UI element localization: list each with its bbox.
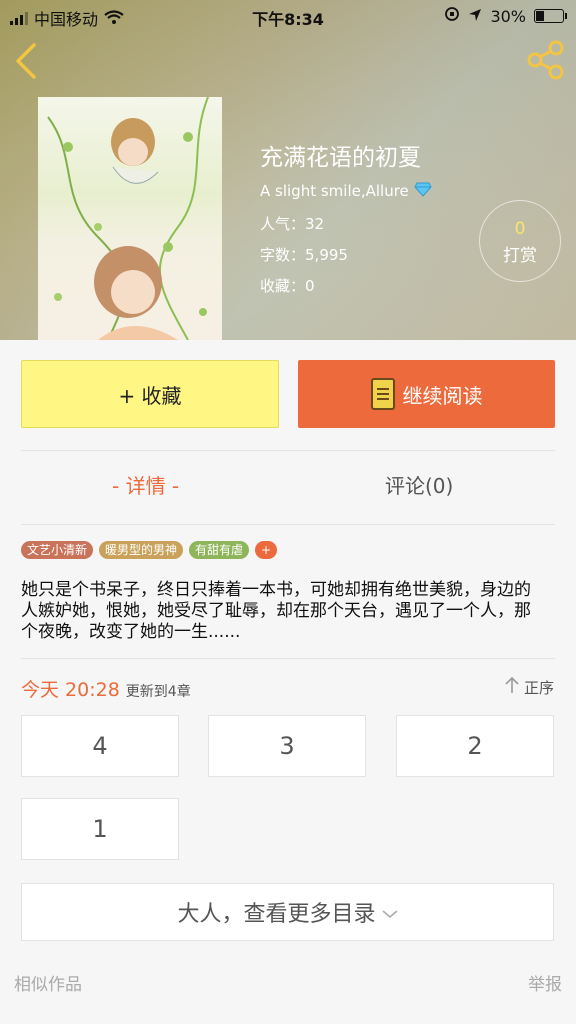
reward-button[interactable]: 0 打赏: [479, 200, 561, 282]
location-icon: [468, 7, 482, 26]
share-icon: [526, 40, 566, 84]
popularity-label: 人气：: [260, 215, 306, 233]
book-title: 充满花语的初夏: [260, 145, 421, 171]
status-right: 30%: [444, 6, 567, 26]
add-favorite-button[interactable]: + 收藏: [21, 360, 279, 428]
similar-works-label: 相似作品: [14, 975, 82, 995]
continue-reading-label: 继续阅读: [402, 383, 483, 408]
more-catalog-label: 大人，查看更多目录: [177, 902, 376, 927]
tab-details[interactable]: - 详情 -: [112, 470, 179, 499]
chapter-button[interactable]: 2: [396, 715, 554, 777]
continue-reading-button[interactable]: 继续阅读: [298, 360, 555, 428]
update-info: 今天 20:28 更新到4章: [21, 675, 191, 702]
battery-percent: 30%: [490, 6, 526, 26]
back-button[interactable]: [12, 42, 40, 84]
wordcount-value: 5,995: [305, 246, 348, 264]
wordcount-row: 字数：5,995: [260, 244, 432, 265]
chevron-left-icon: [12, 43, 40, 84]
report-link[interactable]: 举报: [528, 970, 562, 995]
book-header: 充满花语的初夏 A slight smile,Allure 人气：32 字数：5…: [0, 0, 576, 340]
tag[interactable]: 有甜有虐: [189, 541, 250, 559]
book-author[interactable]: A slight smile,Allure: [260, 182, 432, 201]
popularity-value: 32: [305, 215, 325, 233]
sort-toggle[interactable]: 正序: [504, 676, 554, 698]
sort-label: 正序: [523, 678, 554, 697]
update-time: 今天 20:28: [21, 679, 120, 701]
tab-comments[interactable]: 评论(0): [385, 470, 453, 499]
status-bar: 中国移动 下午8:34 30%: [0, 0, 576, 30]
battery-icon: [534, 9, 567, 23]
lock-rotation-icon: [444, 6, 460, 26]
chapter-button[interactable]: 4: [21, 715, 179, 777]
battery-fill: [536, 11, 545, 21]
tag[interactable]: 文艺小清新: [21, 541, 94, 559]
chevron-down-icon: [381, 900, 398, 925]
book-icon: [370, 378, 395, 410]
more-catalog-button[interactable]: 大人，查看更多目录: [21, 883, 554, 941]
tag-list: 文艺小清新 暖男型的男神 有甜有虐 +: [21, 541, 278, 559]
favorites-row: 收藏：0: [260, 275, 432, 296]
reward-label: 打赏: [503, 246, 537, 266]
share-button[interactable]: [526, 40, 566, 84]
wordcount-label: 字数：: [260, 246, 306, 264]
book-synopsis: 她只是个书呆子，终日只捧着一本书，可她却拥有绝世美貌，身边的人嫉妒她，恨她，她受…: [21, 580, 531, 642]
reward-count: 0: [514, 219, 526, 239]
arrow-up-icon: [504, 676, 520, 698]
chapter-button[interactable]: 3: [208, 715, 366, 777]
book-cover-image: [38, 97, 222, 340]
diamond-icon: [413, 182, 432, 201]
favorites-label: 收藏：: [260, 277, 306, 295]
chapter-button[interactable]: 1: [21, 798, 179, 860]
popularity-row: 人气：32: [260, 213, 432, 234]
book-info: 充满花语的初夏 A slight smile,Allure 人气：32 字数：5…: [260, 138, 432, 306]
divider: [21, 450, 555, 451]
divider: [21, 658, 555, 659]
add-favorite-label: + 收藏: [118, 383, 182, 408]
update-text: 更新到4章: [125, 684, 191, 700]
tag[interactable]: 暖男型的男神: [99, 541, 184, 559]
author-name[interactable]: A slight smile,Allure: [260, 182, 409, 200]
divider: [21, 524, 555, 525]
favorites-value: 0: [305, 277, 315, 295]
add-tag-button[interactable]: +: [255, 541, 278, 559]
